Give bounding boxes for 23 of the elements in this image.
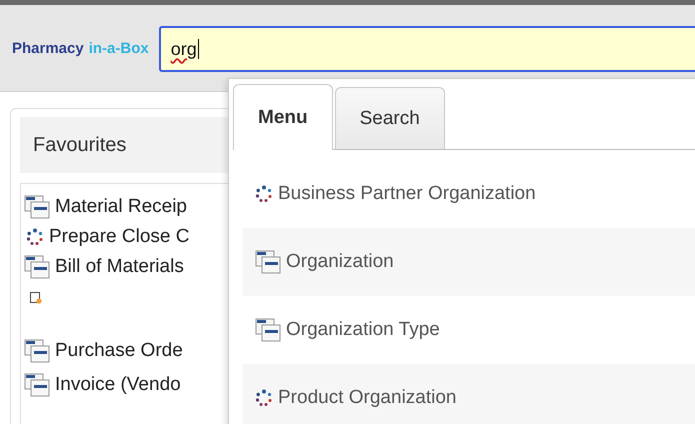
favourite-item[interactable]: Bill of Materials (55, 256, 184, 278)
result-item[interactable]: Organization Type (243, 296, 695, 364)
brand-text: Pharmacy (12, 40, 84, 56)
favourite-item[interactable]: Prepare Close C (49, 226, 190, 248)
result-item[interactable]: Organization (243, 228, 695, 296)
search-field[interactable]: org (158, 26, 695, 72)
window-icon (255, 250, 281, 274)
brand-text: in-a-Box (88, 40, 149, 56)
document-icon (30, 292, 42, 304)
window-icon (24, 195, 50, 219)
window-icon (255, 318, 281, 342)
favourite-item[interactable]: Purchase Orde (55, 340, 183, 362)
favourite-item[interactable]: Invoice (Vendo (55, 374, 181, 396)
dotted-circle-icon (255, 185, 273, 203)
window-icon (24, 339, 50, 363)
tab[interactable]: Search (334, 87, 445, 149)
window-icon (24, 255, 50, 279)
result-item[interactable]: Product Organization (243, 364, 695, 424)
dotted-circle-icon (26, 228, 44, 246)
tab[interactable]: Menu (233, 84, 333, 150)
favourite-item[interactable]: Material Receip (55, 196, 187, 218)
dotted-circle-icon (255, 389, 273, 407)
window-icon (24, 373, 50, 397)
